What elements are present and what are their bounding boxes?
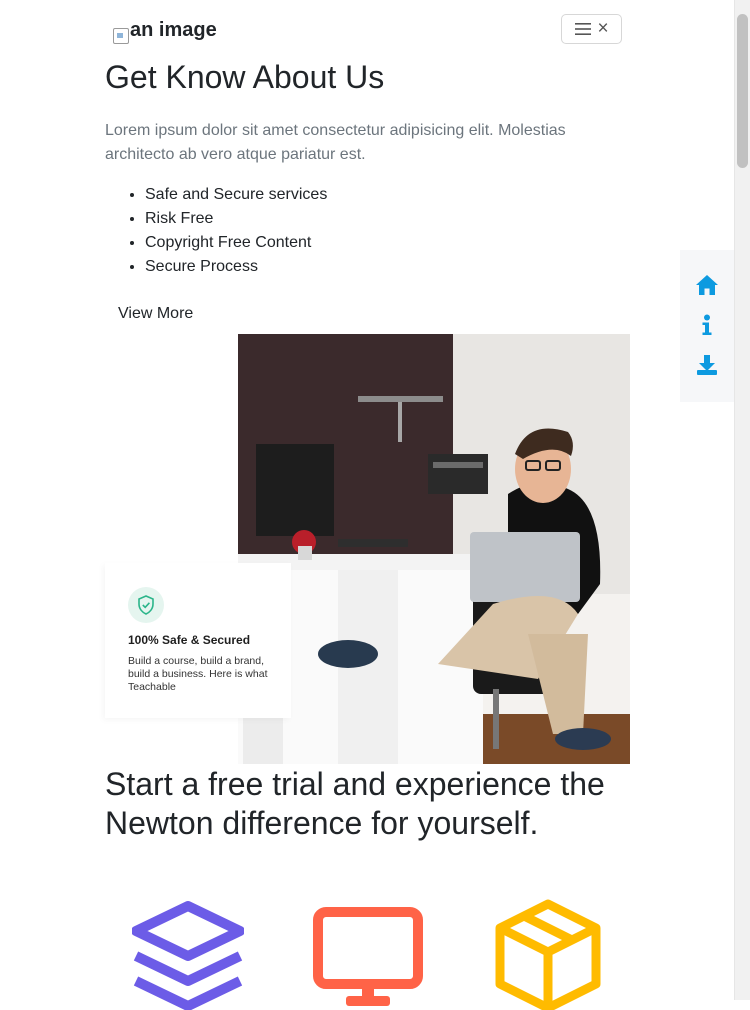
page-scrollbar[interactable] xyxy=(734,0,750,1000)
shield-icon-wrapper xyxy=(128,587,164,623)
floating-side-nav xyxy=(680,250,735,402)
logo[interactable]: an image xyxy=(113,16,217,44)
safe-secured-card: 100% Safe & Secured Build a course, buil… xyxy=(105,563,291,718)
feature-item: Risk Free xyxy=(145,207,327,231)
package-icon xyxy=(495,899,601,1010)
hero-photo xyxy=(238,334,630,764)
monitor-icon xyxy=(313,907,423,1006)
view-more-link[interactable]: View More xyxy=(118,304,193,324)
cta-heading: Start a free trial and experience the Ne… xyxy=(105,766,605,841)
shield-check-icon xyxy=(138,595,154,615)
info-icon[interactable] xyxy=(694,312,720,338)
broken-image-icon xyxy=(113,28,129,44)
feature-item: Copyright Free Content xyxy=(145,231,327,255)
home-icon[interactable] xyxy=(694,272,720,298)
badge-title: 100% Safe & Secured xyxy=(128,633,251,647)
feature-item: Secure Process xyxy=(145,255,327,279)
about-lead-text: Lorem ipsum dolor sit amet consectetur a… xyxy=(105,122,566,163)
page-title: Get Know About Us xyxy=(105,59,385,95)
layers-icon xyxy=(132,901,244,1010)
feature-item: Safe and Secure services xyxy=(145,183,327,207)
badge-description: Build a course, build a brand, build a b… xyxy=(128,655,268,693)
navbar-toggle-button[interactable]: × xyxy=(561,14,622,44)
scrollbar-thumb[interactable] xyxy=(737,14,748,168)
feature-list: Safe and Secure services Risk Free Copyr… xyxy=(105,183,327,279)
close-icon: × xyxy=(597,18,609,39)
hamburger-icon xyxy=(575,23,592,35)
download-icon[interactable] xyxy=(694,352,720,378)
logo-alt-text: an image xyxy=(130,19,217,41)
